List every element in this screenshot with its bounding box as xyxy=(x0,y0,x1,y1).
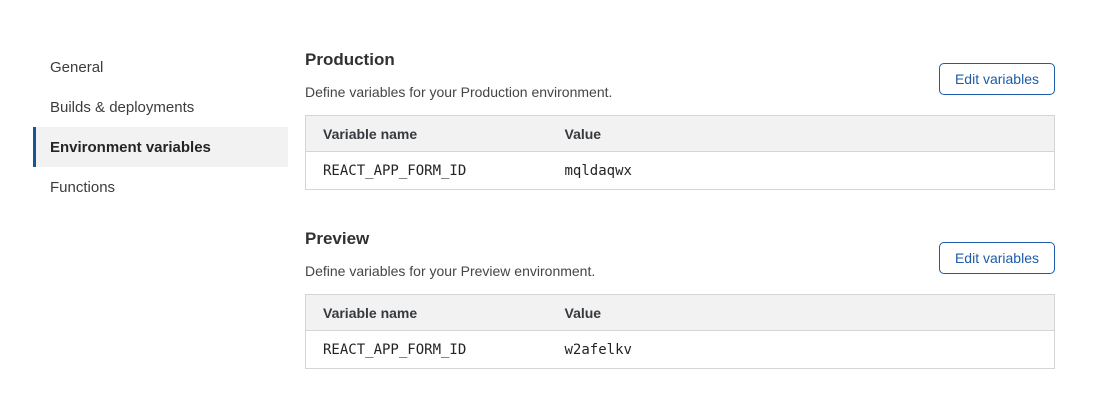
table-header-row: Variable name Value xyxy=(306,116,1055,152)
column-header-value: Value xyxy=(548,116,1055,152)
settings-page: General Builds & deployments Environment… xyxy=(0,0,1100,369)
settings-sidebar: General Builds & deployments Environment… xyxy=(0,47,288,369)
preview-variables-table: Variable name Value REACT_APP_FORM_ID w2… xyxy=(305,294,1055,369)
settings-content: Production Define variables for your Pro… xyxy=(305,47,1055,369)
column-header-variable-name: Variable name xyxy=(306,295,548,331)
section-preview: Preview Define variables for your Previe… xyxy=(305,228,1055,369)
table-row: REACT_APP_FORM_ID mqldaqwx xyxy=(306,152,1055,190)
edit-variables-button[interactable]: Edit variables xyxy=(939,63,1055,95)
sidebar-item-functions[interactable]: Functions xyxy=(33,167,288,207)
variable-value-cell: mqldaqwx xyxy=(548,152,1055,190)
variable-name-cell: REACT_APP_FORM_ID xyxy=(306,331,548,369)
variable-value-cell: w2afelkv xyxy=(548,331,1055,369)
column-header-value: Value xyxy=(548,295,1055,331)
edit-variables-button[interactable]: Edit variables xyxy=(939,242,1055,274)
sidebar-item-builds-deployments[interactable]: Builds & deployments xyxy=(33,87,288,127)
table-row: REACT_APP_FORM_ID w2afelkv xyxy=(306,331,1055,369)
section-production: Production Define variables for your Pro… xyxy=(305,49,1055,190)
sidebar-item-environment-variables[interactable]: Environment variables xyxy=(33,127,288,167)
table-header-row: Variable name Value xyxy=(306,295,1055,331)
variable-name-cell: REACT_APP_FORM_ID xyxy=(306,152,548,190)
settings-nav: General Builds & deployments Environment… xyxy=(33,47,288,207)
column-header-variable-name: Variable name xyxy=(306,116,548,152)
sidebar-item-general[interactable]: General xyxy=(33,47,288,87)
production-variables-table: Variable name Value REACT_APP_FORM_ID mq… xyxy=(305,115,1055,190)
